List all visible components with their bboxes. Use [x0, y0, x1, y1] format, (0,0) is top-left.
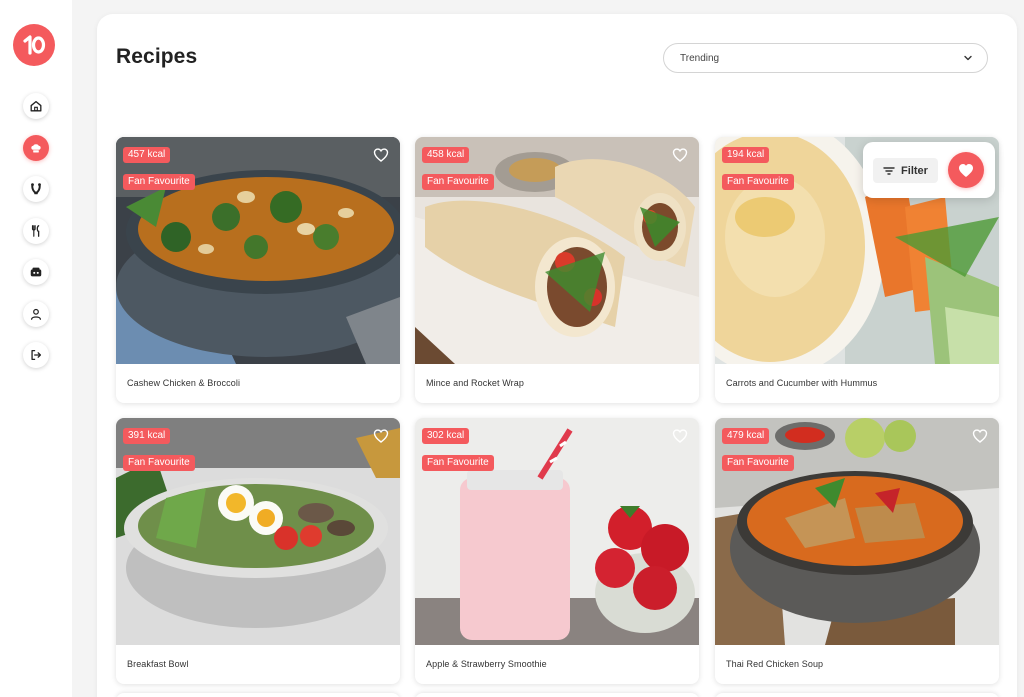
calorie-badge: 457 kcal — [123, 147, 171, 163]
recipe-card[interactable]: 391 kcal Fan Favourite Breakfast Bowl — [116, 418, 400, 684]
sidebar-item-profile[interactable] — [23, 301, 49, 327]
recipe-name: Cashew Chicken & Broccoli — [127, 378, 241, 388]
utensils-icon — [31, 225, 40, 237]
page-title: Recipes — [116, 45, 198, 68]
heart-outline-icon[interactable] — [373, 428, 389, 444]
sidebar — [0, 0, 72, 697]
calorie-badge: 479 kcal — [722, 428, 770, 444]
logout-icon — [31, 349, 42, 361]
filter-label: Filter — [901, 164, 928, 177]
fan-favourite-badge: Fan Favourite — [123, 174, 195, 190]
sidebar-item-meals[interactable] — [23, 218, 49, 244]
recipe-card[interactable]: 457 kcal Fan Favourite Cashew Chicken & … — [116, 137, 400, 403]
fan-favourite-badge: Fan Favourite — [722, 455, 794, 471]
fan-favourite-badge: Fan Favourite — [123, 455, 195, 471]
recipe-name: Thai Red Chicken Soup — [726, 659, 824, 669]
heart-filled-icon — [959, 163, 973, 177]
recipe-card[interactable]: 458 kcal Fan Favourite Mince and Rocket … — [415, 137, 699, 403]
filter-icon — [883, 166, 895, 175]
heart-outline-icon[interactable] — [972, 428, 988, 444]
user-icon — [31, 308, 41, 320]
home-icon — [30, 100, 42, 112]
recipe-image — [415, 418, 699, 645]
sidebar-item-recipes[interactable] — [23, 135, 49, 161]
recipe-card[interactable] — [116, 693, 400, 697]
recipe-card[interactable]: 302 kcal Fan Favourite Apple & Strawberr… — [415, 418, 699, 684]
logo[interactable] — [13, 24, 55, 66]
recipe-image — [715, 418, 999, 645]
fan-favourite-badge: Fan Favourite — [722, 174, 794, 190]
recipe-card[interactable] — [715, 693, 999, 697]
sidebar-item-workouts[interactable] — [23, 176, 49, 202]
sort-select[interactable]: Trending — [663, 43, 988, 73]
dumbbell-icon — [31, 183, 41, 195]
heart-outline-icon[interactable] — [672, 428, 688, 444]
fan-favourite-badge: Fan Favourite — [422, 174, 494, 190]
filter-button[interactable]: Filter — [873, 158, 938, 183]
calorie-badge: 458 kcal — [422, 147, 470, 163]
favourites-filter-button[interactable] — [948, 152, 984, 188]
chevron-down-icon — [964, 55, 972, 61]
recipe-name: Apple & Strawberry Smoothie — [426, 659, 547, 669]
calorie-badge: 391 kcal — [123, 428, 171, 444]
recipe-name: Mince and Rocket Wrap — [426, 378, 524, 388]
recipe-card[interactable] — [415, 693, 699, 697]
recipe-image — [116, 418, 400, 645]
sort-select-value: Trending — [680, 52, 720, 64]
sidebar-item-meal-prep[interactable] — [23, 259, 49, 285]
chef-hat-icon — [31, 144, 41, 153]
recipe-name: Carrots and Cucumber with Hummus — [726, 378, 878, 388]
heart-outline-icon[interactable] — [373, 147, 389, 163]
recipe-image — [415, 137, 699, 364]
sidebar-item-logout[interactable] — [23, 342, 49, 368]
filter-popover: Filter — [863, 142, 995, 198]
calorie-badge: 194 kcal — [722, 147, 770, 163]
calorie-badge: 302 kcal — [422, 428, 470, 444]
recipe-card[interactable]: 479 kcal Fan Favourite Thai Red Chicken … — [715, 418, 999, 684]
recipe-name: Breakfast Bowl — [127, 659, 189, 669]
logo-icon — [23, 35, 46, 55]
heart-outline-icon[interactable] — [672, 147, 688, 163]
lunch-box-icon — [30, 267, 42, 277]
recipe-image — [116, 137, 400, 364]
sidebar-item-home[interactable] — [23, 93, 49, 119]
fan-favourite-badge: Fan Favourite — [422, 455, 494, 471]
